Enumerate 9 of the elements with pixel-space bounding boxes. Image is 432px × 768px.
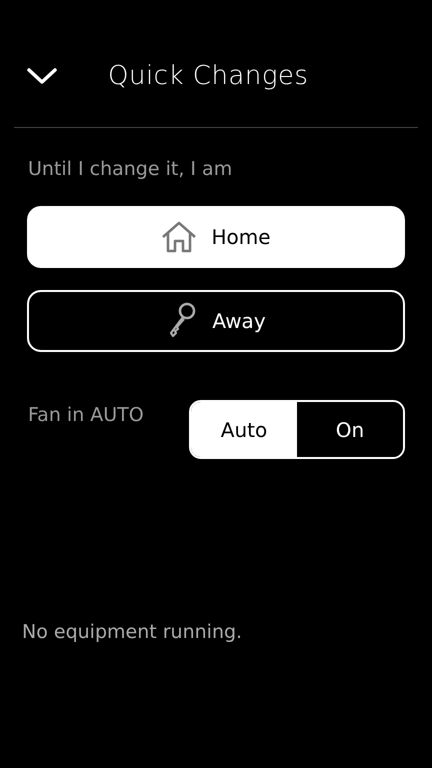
collapse-chevron-icon[interactable]	[26, 66, 58, 86]
house-icon	[161, 221, 198, 253]
fan-option[interactable]: Auto	[191, 402, 297, 457]
equipment-status: No equipment running.	[22, 621, 242, 643]
mode-prompt: Until I change it, I am	[28, 158, 232, 180]
screen-title: Quick Changes	[108, 61, 308, 91]
home-mode-button[interactable]: Home	[27, 206, 405, 268]
away-mode-button[interactable]: Away	[27, 290, 405, 352]
fan-status-label: Fan in AUTO	[28, 404, 144, 426]
